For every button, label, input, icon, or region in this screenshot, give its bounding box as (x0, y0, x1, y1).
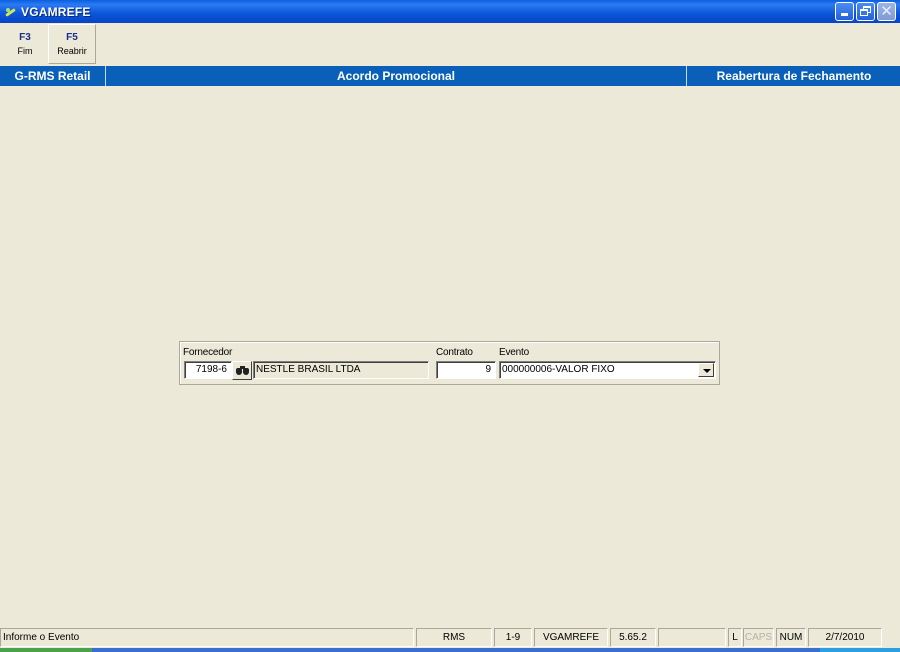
evento-label: Evento (499, 347, 529, 358)
status-l: L (728, 628, 742, 647)
status-range: 1-9 (494, 628, 532, 647)
status-empty (658, 628, 726, 647)
status-bar: Informe o Evento RMS 1-9 VGAMREFE 5.65.2… (0, 628, 900, 648)
status-system: RMS (416, 628, 492, 647)
chevron-down-icon[interactable] (698, 363, 714, 377)
product-name: G-RMS Retail (0, 66, 106, 86)
fim-key: F3 (19, 32, 31, 43)
module-title: Acordo Promocional (106, 66, 687, 86)
app-icon (4, 5, 18, 19)
status-message: Informe o Evento (0, 628, 414, 647)
fornecedor-lookup-button[interactable] (232, 361, 252, 380)
reabrir-button[interactable]: F5 Reabrir (48, 24, 96, 64)
taskbar-edge (0, 648, 900, 652)
minimize-button[interactable] (835, 2, 854, 21)
screen-title: Reabertura de Fechamento (716, 69, 872, 83)
minimize-icon (841, 13, 848, 16)
header-band: G-RMS Retail Acordo Promocional Reabertu… (0, 66, 900, 86)
status-date: 2/7/2010 (808, 628, 882, 647)
evento-selected-value: 000000006-VALOR FIXO (502, 364, 615, 375)
reabrir-label: Reabrir (57, 46, 87, 56)
contrato-label: Contrato (436, 347, 473, 358)
fim-button[interactable]: F3 Fim (4, 24, 46, 64)
fornecedor-code-input[interactable]: 7198-6 (184, 361, 232, 379)
fim-label: Fim (17, 46, 33, 56)
window-controls: ✕ (835, 2, 896, 21)
window-title: VGAMREFE (21, 4, 91, 19)
status-num: NUM (776, 628, 806, 647)
fornecedor-name-field: NESTLE BRASIL LTDA (253, 361, 429, 379)
close-icon: ✕ (880, 3, 893, 20)
contrato-input[interactable]: 9 (436, 361, 496, 379)
close-button[interactable]: ✕ (877, 2, 896, 21)
toolbar: F3 Fim F5 Reabrir (0, 23, 900, 66)
filter-panel: Fornecedor 7198-6 NESTLE BRASIL LTDA Con… (179, 341, 720, 385)
status-version: 5.65.2 (610, 628, 656, 647)
fornecedor-label: Fornecedor (183, 347, 233, 358)
restore-button[interactable] (856, 2, 875, 21)
evento-select[interactable]: 000000006-VALOR FIXO (499, 361, 716, 379)
status-caps: CAPS (743, 628, 774, 647)
status-program: VGAMREFE (534, 628, 608, 647)
binoculars-icon (236, 366, 249, 375)
title-bar: VGAMREFE ✕ (0, 0, 900, 23)
reabrir-key: F5 (66, 32, 78, 43)
